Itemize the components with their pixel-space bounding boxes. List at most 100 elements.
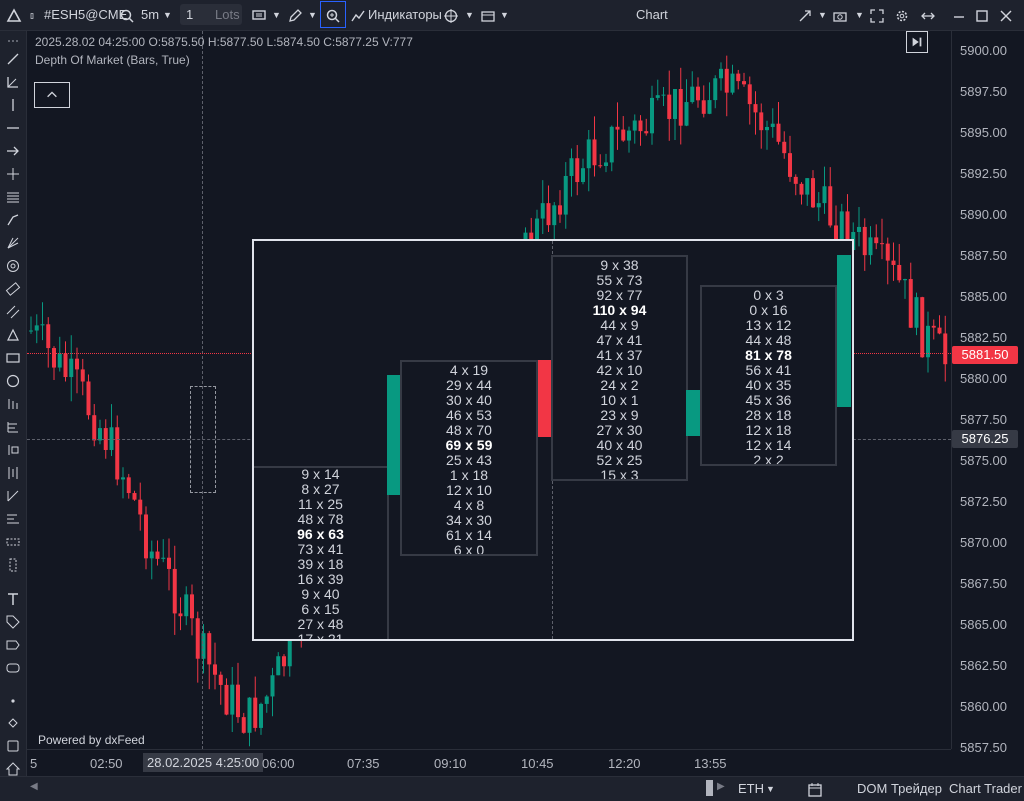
candle-body	[937, 327, 942, 334]
camera-chevron-down-icon[interactable]: ▼	[855, 4, 864, 26]
candle-body	[253, 697, 258, 728]
quantity-value[interactable]: 1	[186, 7, 193, 22]
symbol-button[interactable]: #ESH5@CME	[44, 4, 127, 26]
candle-body	[707, 100, 712, 114]
dom-row: 29 x 44	[446, 377, 492, 393]
price-label: 5892.50	[960, 166, 1007, 181]
home-icon[interactable]	[5, 761, 21, 777]
volume-profile-icon[interactable]	[5, 511, 21, 527]
scroll-to-realtime-button[interactable]	[906, 31, 928, 53]
dot-icon[interactable]	[5, 693, 21, 709]
calendar-icon[interactable]	[807, 781, 823, 798]
interval-select[interactable]: 5m	[141, 4, 159, 26]
ruler-icon[interactable]	[5, 281, 21, 297]
date-range-icon[interactable]	[5, 488, 21, 504]
layout-chevron-down-icon[interactable]: ▼	[500, 4, 509, 26]
currency-select[interactable]: ETH	[738, 781, 764, 796]
dom-column-1: 9 x 14 8 x 27 11 x 25 48 x 78 96 x 63 73 x 41…	[254, 466, 389, 639]
price-label: 5900.00	[960, 43, 1007, 58]
horizontal-scrollbar-thumb[interactable]	[706, 780, 713, 796]
projection-icon[interactable]	[5, 419, 21, 435]
dom-bar-3	[686, 390, 700, 436]
price-axis[interactable]: 5900.00 5897.50 5895.00 5892.50 5890.00 5887.…	[951, 31, 1024, 755]
study-legend[interactable]: Depth Of Market (Bars, True)	[35, 53, 190, 67]
sync-chevron-down-icon[interactable]: ▼	[818, 4, 827, 26]
layout-icon[interactable]	[480, 4, 496, 26]
long-position-icon[interactable]	[5, 442, 21, 458]
diamond-icon[interactable]	[5, 715, 21, 731]
dom-row: 96 x 63	[297, 526, 344, 542]
close-icon[interactable]	[998, 4, 1014, 26]
crosshair-chevron-down-icon[interactable]: ▼	[465, 4, 474, 26]
collapse-arrows-icon[interactable]	[920, 4, 936, 26]
crosshair-icon[interactable]	[443, 4, 459, 26]
angle-tool-icon[interactable]	[5, 74, 21, 90]
minimize-icon[interactable]	[951, 4, 967, 26]
sync-arrows-icon[interactable]	[797, 4, 813, 26]
bars-pattern-icon[interactable]	[5, 396, 21, 412]
candle-body	[540, 203, 545, 219]
candle-body	[799, 183, 804, 195]
fullscreen-icon[interactable]	[869, 4, 885, 26]
dom-row: 73 x 41	[297, 541, 344, 557]
dom-row: 27 x 30	[596, 422, 643, 438]
dotted-column-icon[interactable]	[5, 557, 21, 573]
indicators-button[interactable]: Индикаторы	[368, 4, 442, 26]
chart-trader-button[interactable]: Chart Trader	[949, 781, 1022, 796]
candle-body	[546, 203, 551, 226]
dotted-rectangle-icon[interactable]	[5, 534, 21, 550]
channel-icon[interactable]	[5, 304, 21, 320]
time-axis[interactable]: 28.02.2025 4:25:00 5 02:50 06:00 07:35 09:10…	[27, 749, 951, 777]
collapse-legend-button[interactable]	[34, 82, 70, 108]
candle-body	[218, 674, 223, 685]
text-tool-icon[interactable]	[5, 591, 21, 607]
tag-icon[interactable]	[5, 614, 21, 630]
rectangle-icon[interactable]	[5, 350, 21, 366]
candle-body	[908, 279, 913, 328]
indicators-icon[interactable]	[350, 4, 366, 26]
candle-body	[678, 89, 683, 126]
callout-icon[interactable]	[5, 637, 21, 653]
triangle-icon[interactable]	[5, 327, 21, 343]
vertical-line-icon[interactable]	[5, 97, 21, 113]
cross-line-icon[interactable]	[5, 166, 21, 182]
dom-row: 44 x 48	[745, 332, 792, 348]
gann-fan-icon[interactable]	[5, 235, 21, 251]
candle-body	[207, 633, 212, 665]
candle-body	[126, 477, 131, 494]
camera-icon[interactable]	[832, 4, 848, 26]
quantity-field[interactable]: 1 Lots	[180, 4, 242, 25]
drag-handle-icon[interactable]	[5, 33, 21, 49]
circle-icon[interactable]	[5, 373, 21, 389]
candle-body	[270, 675, 275, 697]
dom-row: 27 x 48	[297, 616, 344, 632]
trend-line-icon[interactable]	[5, 51, 21, 67]
maximize-icon[interactable]	[974, 4, 990, 26]
price-range-icon[interactable]	[5, 465, 21, 481]
fib-lines-icon[interactable]	[5, 189, 21, 205]
dom-row: 11 x 25	[298, 496, 343, 512]
square-icon[interactable]	[5, 738, 21, 754]
pitchfork-icon[interactable]	[5, 212, 21, 228]
settings-gear-icon[interactable]	[894, 4, 910, 26]
time-label: 13:55	[694, 756, 727, 771]
scroll-left-icon[interactable]: ◀	[30, 781, 38, 792]
order-template-icon[interactable]	[251, 4, 267, 26]
target-icon[interactable]	[5, 258, 21, 274]
symbol-search-icon[interactable]	[119, 4, 135, 26]
currency-chevron-down-icon[interactable]: ▼	[766, 784, 775, 794]
order-template-chevron-down-icon[interactable]: ▼	[272, 4, 281, 26]
horizontal-line-icon[interactable]	[5, 120, 21, 136]
dom-row: 23 x 9	[600, 407, 639, 423]
pencil-chevron-down-icon[interactable]: ▼	[308, 4, 317, 26]
dom-trader-button[interactable]: DOM Трейдер	[857, 781, 942, 796]
interval-chevron-down-icon[interactable]: ▼	[163, 4, 172, 26]
note-icon[interactable]	[5, 660, 21, 676]
arrow-right-icon[interactable]	[5, 143, 21, 159]
candle-body	[880, 243, 884, 245]
candle-body	[276, 656, 281, 676]
zoom-in-icon[interactable]	[320, 1, 346, 28]
candle-body	[793, 176, 798, 184]
scroll-right-icon[interactable]: ▶	[717, 781, 725, 792]
pencil-icon[interactable]	[287, 4, 303, 26]
